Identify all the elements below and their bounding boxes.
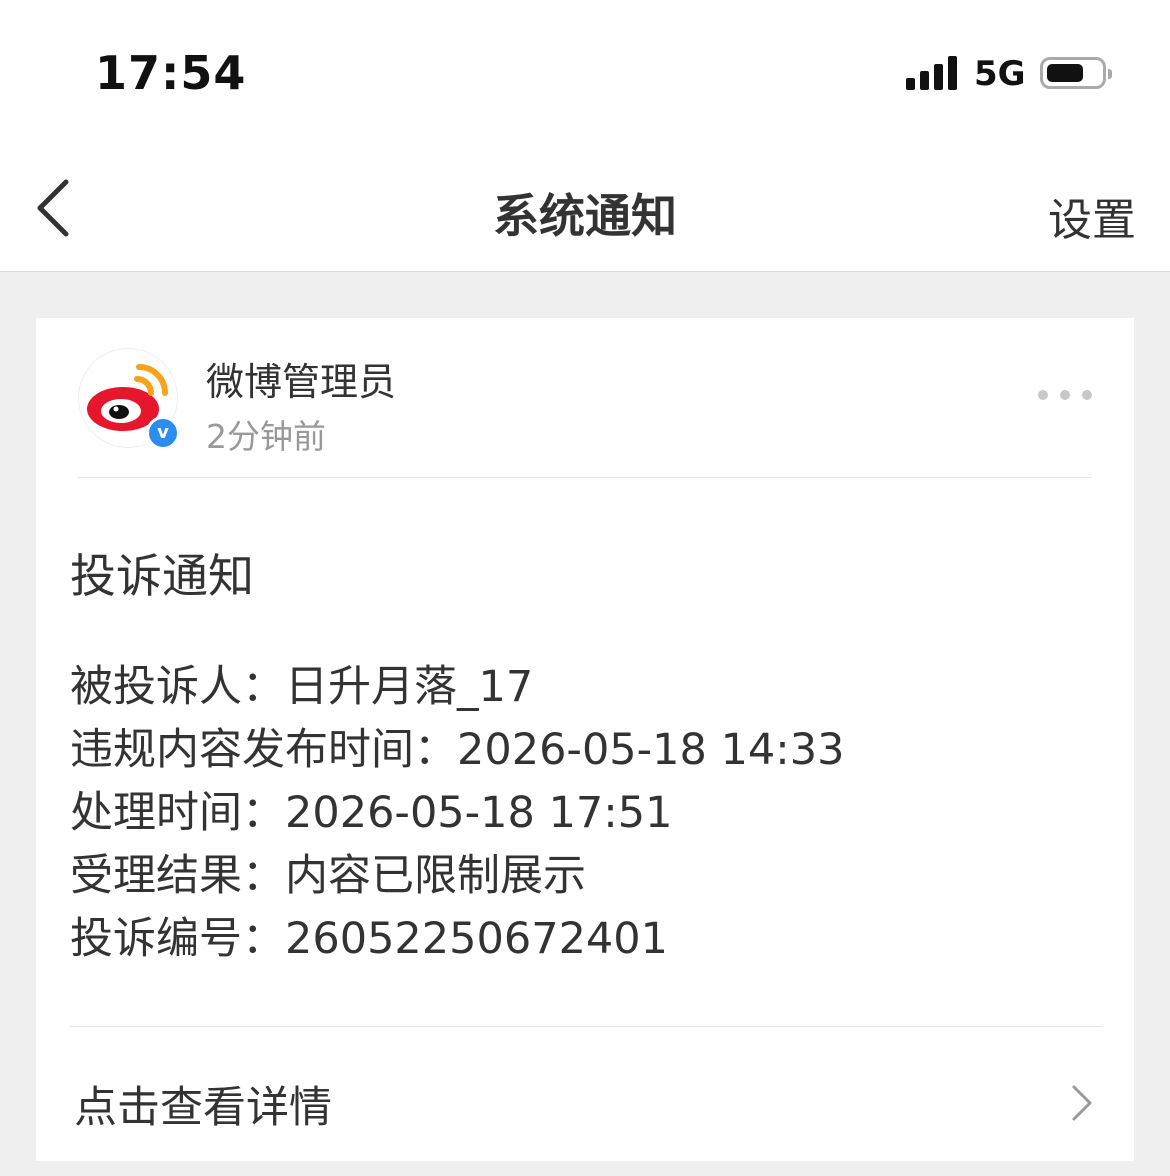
- network-type: 5G: [974, 54, 1026, 94]
- status-time: 17:54: [95, 46, 247, 100]
- signal-icon: [906, 56, 960, 90]
- page-title: 系统通知: [493, 189, 677, 243]
- detail-content-time: 违规内容发布时间：2026-05-18 14:33: [70, 725, 845, 775]
- detail-result: 受理结果：内容已限制展示: [70, 851, 586, 901]
- view-details-label: 点击查看详情: [74, 1083, 332, 1133]
- more-dots-icon[interactable]: [1038, 390, 1094, 402]
- verified-icon: v: [146, 416, 180, 450]
- battery-icon: [1040, 57, 1112, 89]
- detail-complaint-id: 投诉编号：26052250672401: [70, 914, 669, 964]
- notice-details: 被投诉人：日升月落_17 违规内容发布时间：2026-05-18 14:33 处…: [70, 656, 844, 971]
- detail-respondent: 被投诉人：日升月落_17: [70, 662, 534, 712]
- detail-handle-time: 处理时间：2026-05-18 17:51: [70, 788, 673, 838]
- view-details-link[interactable]: 点击查看详情: [36, 1027, 1134, 1161]
- sent-time: 2分钟前: [206, 417, 326, 456]
- divider: [78, 477, 1092, 478]
- notice-title: 投诉通知: [70, 549, 254, 603]
- settings-button[interactable]: 设置: [1048, 184, 1136, 248]
- chevron-right-icon: [1072, 1085, 1092, 1121]
- status-bar: 17:54 5G: [0, 0, 1170, 140]
- notification-card: v 微博管理员 2分钟前 投诉通知 被投诉人：日升月落_17 违规内容发布时间：…: [36, 318, 1134, 1161]
- sender-name[interactable]: 微博管理员: [206, 351, 396, 406]
- nav-bar: 系统通知 设置: [0, 140, 1170, 272]
